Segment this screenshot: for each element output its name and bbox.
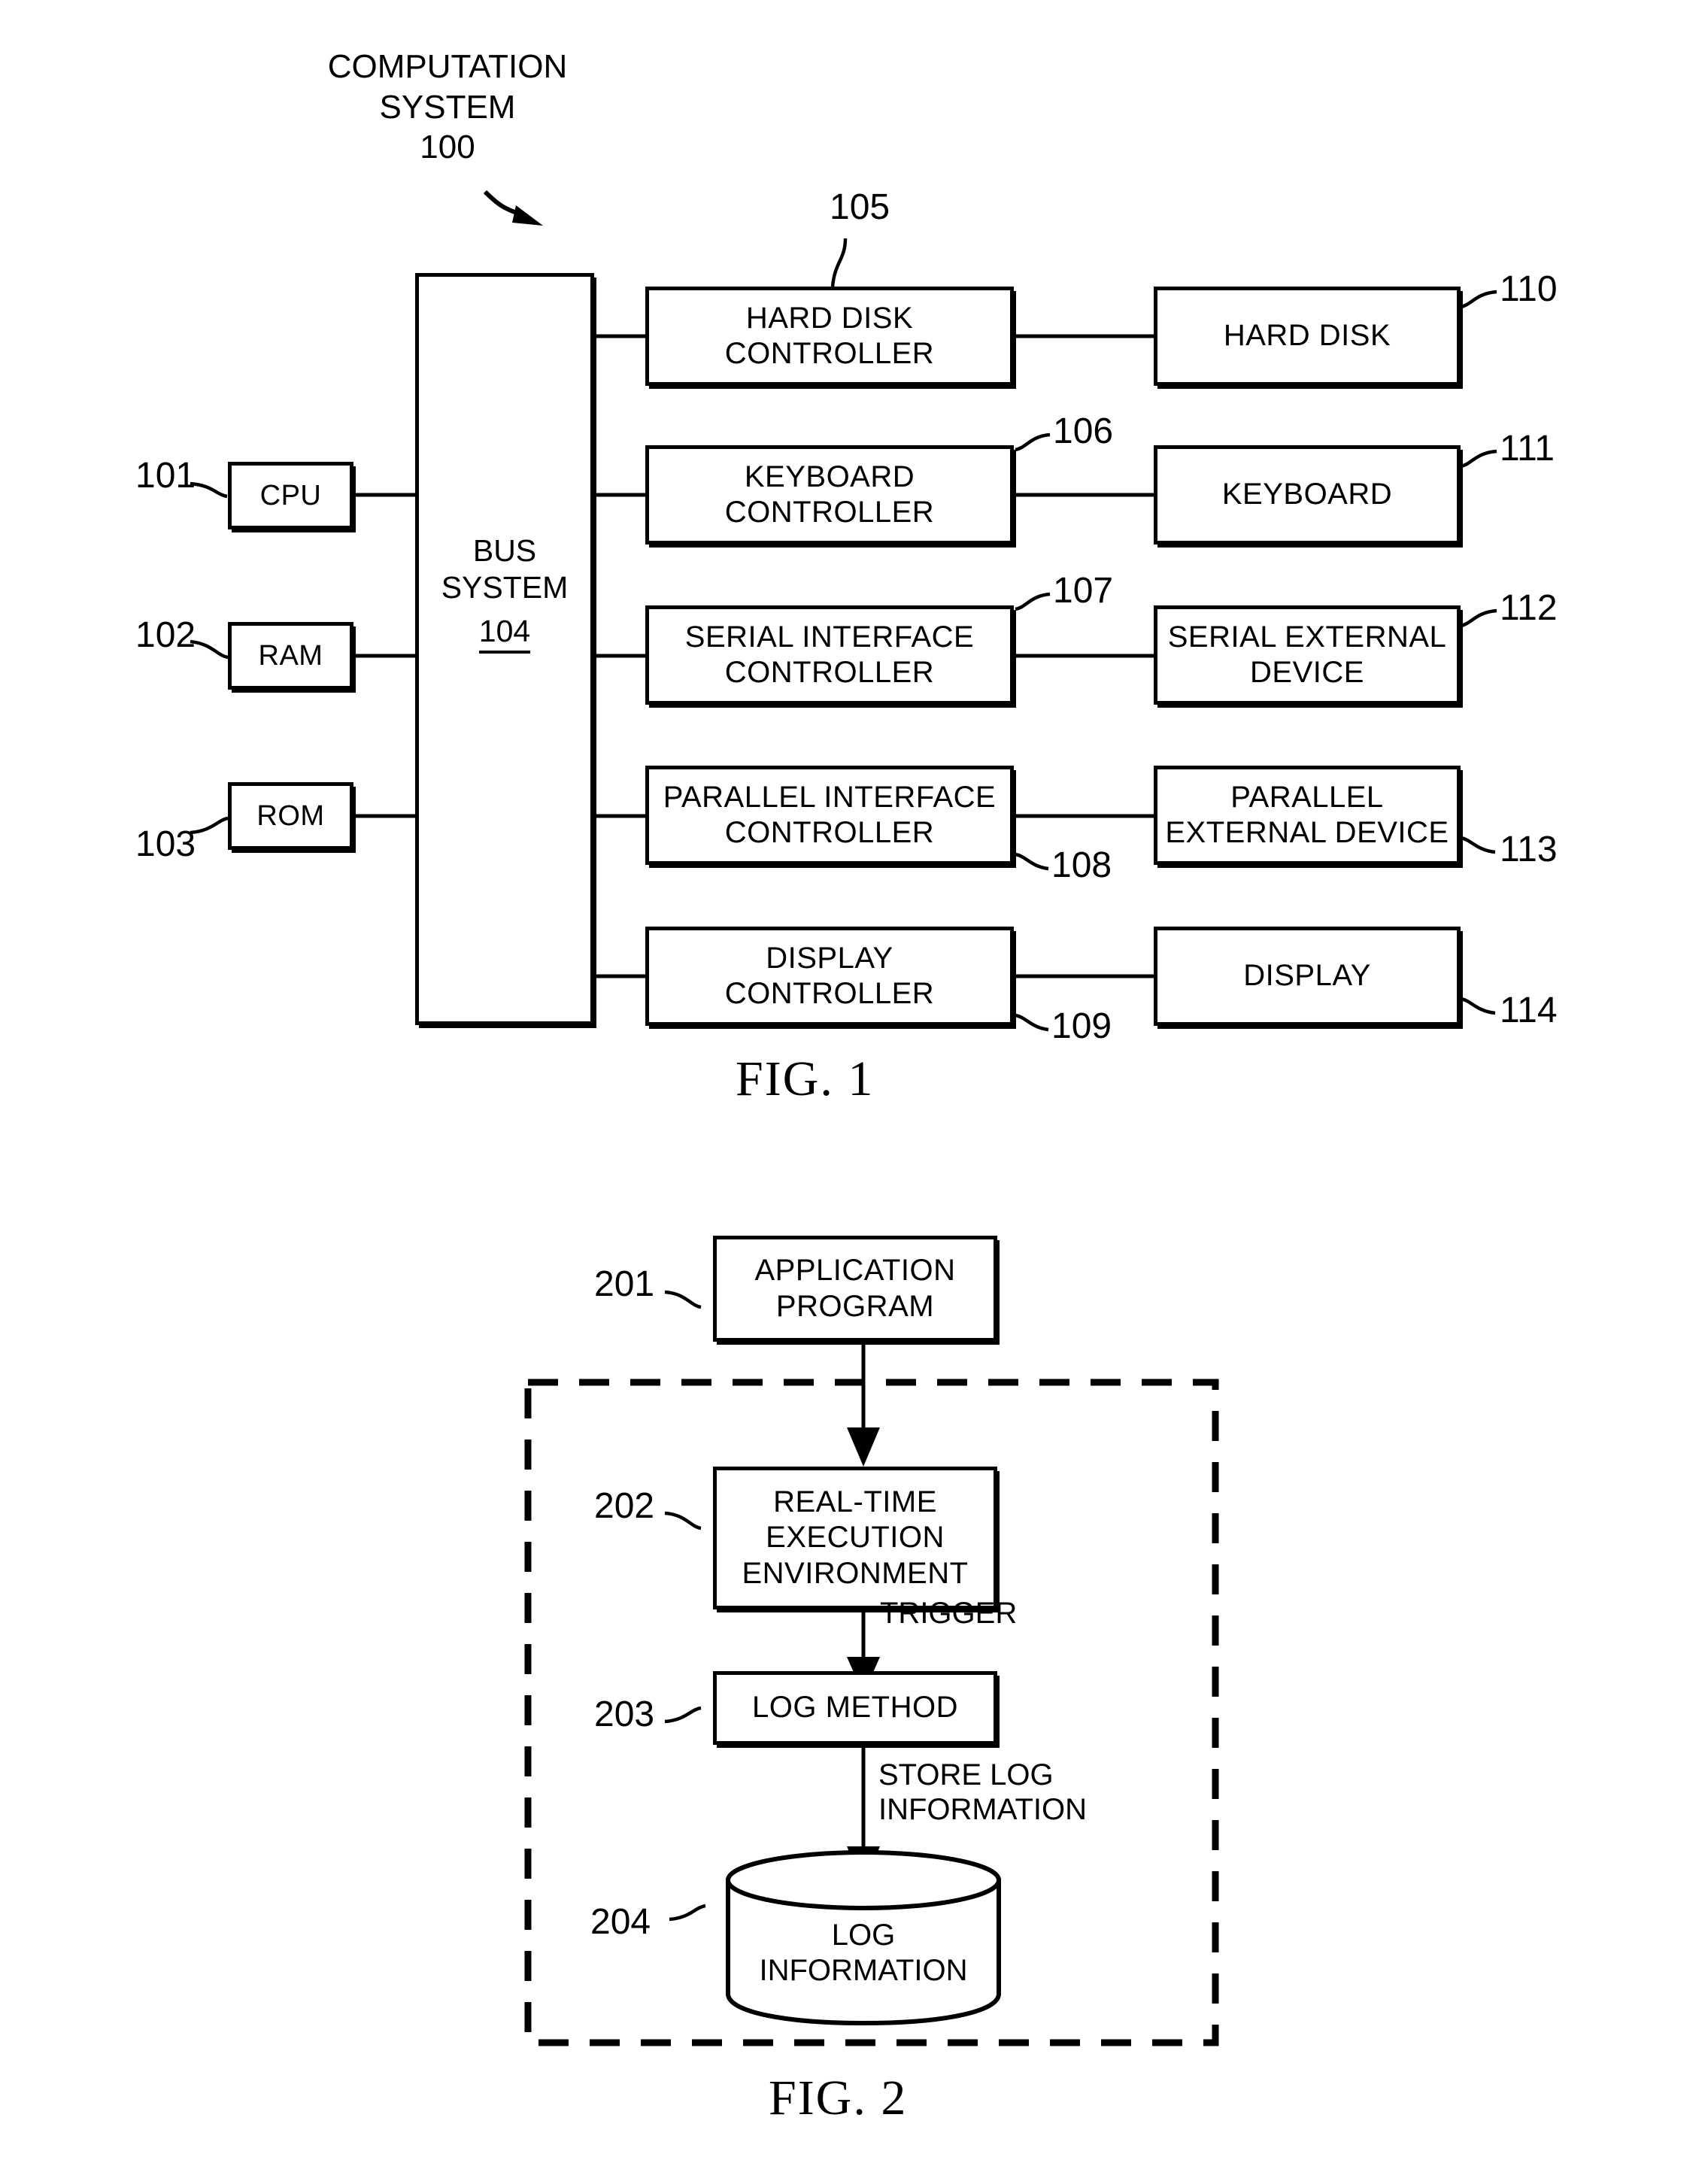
rom-box[interactable]: ROM xyxy=(228,782,353,850)
ref-201: 201 xyxy=(594,1264,655,1304)
display-controller-box[interactable]: DISPLAY CONTROLLER xyxy=(645,927,1014,1026)
keyboard-label: KEYBOARD xyxy=(1221,478,1393,511)
hard-disk-controller-label: HARD DISK CONTROLLER xyxy=(724,301,935,370)
display-box[interactable]: DISPLAY xyxy=(1154,927,1461,1026)
ref-106: 106 xyxy=(1053,411,1114,451)
keyboard-box[interactable]: KEYBOARD xyxy=(1154,445,1461,545)
parallel-interface-controller-box[interactable]: PARALLEL INTERFACE CONTROLLER xyxy=(645,766,1014,865)
rom-label: ROM xyxy=(256,799,325,832)
ref-202: 202 xyxy=(594,1486,655,1526)
patent-drawing-sheet: COMPUTATION SYSTEM 100 BUS SYSTEM 104 CP… xyxy=(0,0,1708,2163)
ref-105: 105 xyxy=(830,187,890,227)
ref-112: 112 xyxy=(1500,588,1558,628)
computation-system-title: COMPUTATION SYSTEM 100 xyxy=(327,48,568,166)
application-program-label: APPLICATION PROGRAM xyxy=(754,1254,956,1323)
figure-2-caption: FIG. 2 xyxy=(769,2070,908,2125)
bus-system-box[interactable]: BUS SYSTEM 104 xyxy=(415,273,594,1025)
bus-system-label: BUS SYSTEM xyxy=(441,533,569,605)
realtime-execution-environment-label: REAL-TIME EXECUTION ENVIRONMENT xyxy=(742,1485,969,1590)
hard-disk-label: HARD DISK xyxy=(1223,319,1391,353)
cpu-box[interactable]: CPU xyxy=(228,462,353,529)
ram-label: RAM xyxy=(258,639,323,672)
serial-external-device-box[interactable]: SERIAL EXTERNAL DEVICE xyxy=(1154,605,1461,705)
serial-external-device-label: SERIAL EXTERNAL DEVICE xyxy=(1167,620,1447,689)
parallel-interface-controller-label: PARALLEL INTERFACE CONTROLLER xyxy=(663,780,997,849)
cpu-label: CPU xyxy=(259,479,322,511)
ref-114: 114 xyxy=(1500,990,1558,1030)
ref-113: 113 xyxy=(1500,830,1558,869)
figure-1-caption: FIG. 1 xyxy=(736,1051,875,1106)
computation-system-pointer-arrow xyxy=(483,190,543,226)
serial-interface-controller-label: SERIAL INTERFACE CONTROLLER xyxy=(684,620,975,689)
parallel-external-device-label: PARALLEL EXTERNAL DEVICE xyxy=(1165,780,1449,849)
display-label: DISPLAY xyxy=(1243,959,1371,993)
ref-110: 110 xyxy=(1500,269,1558,309)
ref-108: 108 xyxy=(1051,845,1112,885)
bus-system-number: 104 xyxy=(419,614,590,654)
ref-204: 204 xyxy=(590,1902,651,1942)
hard-disk-box[interactable]: HARD DISK xyxy=(1154,287,1461,386)
trigger-edge-label: TRIGGER xyxy=(880,1597,1018,1630)
parallel-external-device-box[interactable]: PARALLEL EXTERNAL DEVICE xyxy=(1154,766,1461,865)
application-program-box[interactable]: APPLICATION PROGRAM xyxy=(713,1236,997,1342)
store-log-information-edge-label: STORE LOG INFORMATION xyxy=(878,1758,1088,1826)
ram-box[interactable]: RAM xyxy=(228,622,353,690)
ref-109: 109 xyxy=(1051,1006,1112,1046)
display-controller-label: DISPLAY CONTROLLER xyxy=(724,941,935,1010)
realtime-execution-environment-box[interactable]: REAL-TIME EXECUTION ENVIRONMENT xyxy=(713,1467,997,1609)
keyboard-controller-label: KEYBOARD CONTROLLER xyxy=(724,460,935,529)
serial-interface-controller-box[interactable]: SERIAL INTERFACE CONTROLLER xyxy=(645,605,1014,705)
log-information-label: LOG INFORMATION xyxy=(759,1919,968,1988)
hard-disk-controller-box[interactable]: HARD DISK CONTROLLER xyxy=(645,287,1014,386)
ref-103: 103 xyxy=(135,824,196,864)
log-method-label: LOG METHOD xyxy=(752,1691,958,1725)
ref-203: 203 xyxy=(594,1694,655,1734)
ref-102: 102 xyxy=(135,615,196,655)
ref-107: 107 xyxy=(1053,571,1114,611)
ref-101: 101 xyxy=(135,456,196,496)
ref-111: 111 xyxy=(1500,429,1555,469)
log-method-box[interactable]: LOG METHOD xyxy=(713,1671,997,1745)
keyboard-controller-box[interactable]: KEYBOARD CONTROLLER xyxy=(645,445,1014,545)
